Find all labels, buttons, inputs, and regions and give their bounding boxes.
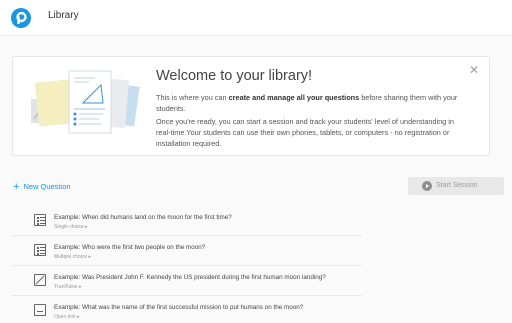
library-illustration-icon bbox=[31, 70, 140, 134]
question-title: Example: Who were the first two people o… bbox=[54, 244, 206, 251]
new-question-label: New Question bbox=[23, 182, 71, 191]
question-title: Example: What was the name of the first … bbox=[54, 304, 304, 311]
intro-text-start: This is where you can bbox=[156, 93, 229, 102]
question-row[interactable]: Example: What was the name of the first … bbox=[12, 296, 362, 323]
intro-text-emphasis: create and manage all your questions bbox=[228, 93, 360, 102]
question-title: Example: When did humans land on the moo… bbox=[54, 214, 232, 221]
new-question-button[interactable]: + New Question bbox=[13, 180, 71, 193]
app-logo-icon[interactable] bbox=[11, 8, 31, 28]
welcome-session-text: Once you're ready, you can start a sessi… bbox=[156, 117, 454, 148]
question-title: Example: Was President John F. Kennedy t… bbox=[54, 274, 326, 281]
page-title: Library bbox=[48, 10, 79, 21]
play-icon bbox=[422, 181, 432, 191]
open-text-icon bbox=[34, 304, 46, 316]
welcome-card: ✕ Welcome to your library! This is where… bbox=[12, 56, 490, 156]
welcome-title: Welcome to your library! bbox=[156, 68, 313, 84]
true-false-icon bbox=[34, 274, 46, 286]
question-type: Single choice ▸ bbox=[54, 224, 88, 230]
question-list: Example: When did humans land on the moo… bbox=[12, 206, 362, 323]
plus-icon: + bbox=[13, 181, 20, 193]
top-bar: Library bbox=[0, 0, 512, 36]
question-type: Open text ▸ bbox=[54, 314, 80, 320]
single-choice-icon bbox=[34, 214, 46, 226]
start-session-button[interactable]: Start Session bbox=[408, 177, 504, 195]
start-session-label: Start Session bbox=[436, 182, 478, 189]
question-row[interactable]: Example: Was President John F. Kennedy t… bbox=[12, 266, 362, 296]
multiple-choice-icon bbox=[34, 244, 46, 256]
question-row[interactable]: Example: When did humans land on the moo… bbox=[12, 206, 362, 236]
welcome-intro-text: This is where you can create and manage … bbox=[156, 92, 466, 114]
question-type: True/False ▸ bbox=[54, 284, 82, 290]
close-icon[interactable]: ✕ bbox=[469, 63, 479, 77]
question-row[interactable]: Example: Who were the first two people o… bbox=[12, 236, 362, 266]
question-type: Multiple choice ▸ bbox=[54, 254, 91, 260]
